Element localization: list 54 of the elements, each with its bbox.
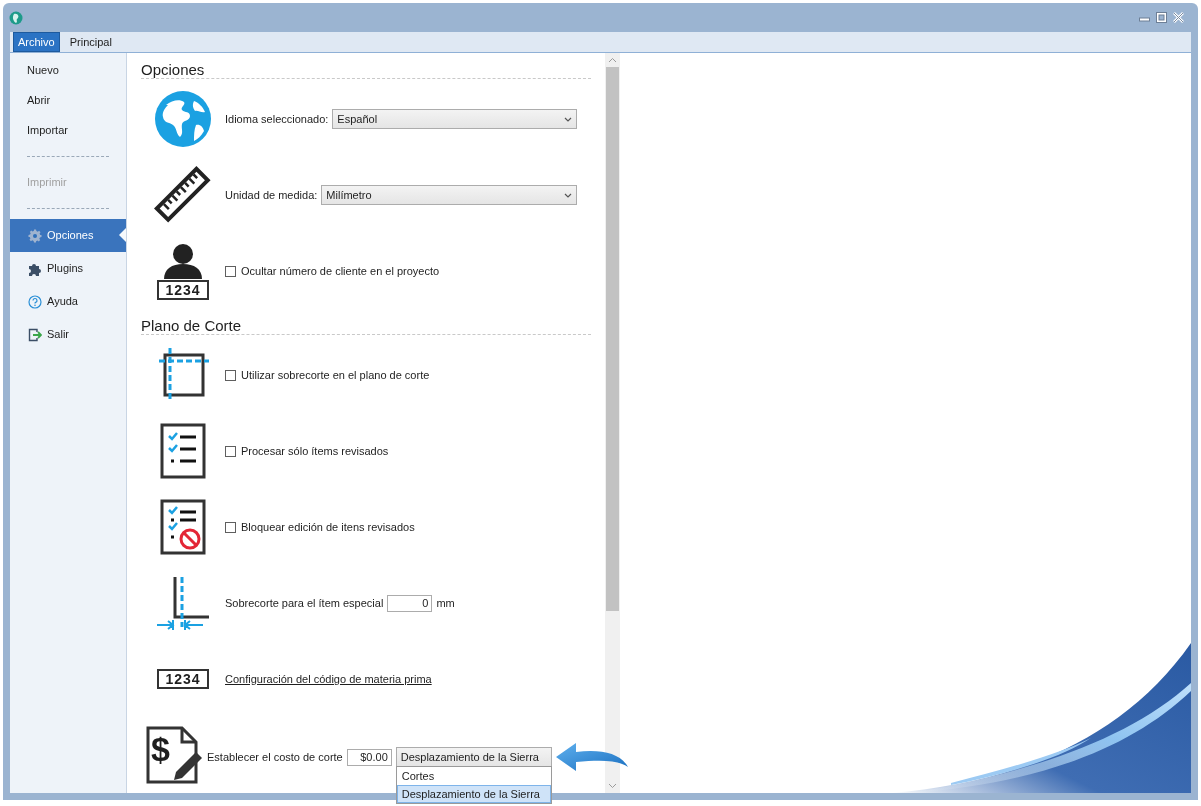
field-label: Sobrecorte para el ítem especial xyxy=(225,595,384,611)
number-badge: 1234 xyxy=(157,669,209,689)
gear-icon xyxy=(28,228,42,243)
settings-link[interactable]: Configuración del código de materia prima xyxy=(225,670,432,688)
tab[interactable]: Archivo xyxy=(13,32,60,52)
sidebar-item[interactable]: Abrir xyxy=(10,85,126,115)
sidebar-item[interactable]: Nuevo xyxy=(10,55,126,85)
checkbox[interactable] xyxy=(225,369,236,381)
sidebar-item[interactable]: Importar xyxy=(10,115,126,145)
scroll-thumb[interactable] xyxy=(606,67,619,611)
dropdown[interactable]: Desplazamiento de la Sierra xyxy=(395,747,552,767)
curved-arrow-icon xyxy=(555,741,628,771)
exit-icon xyxy=(28,327,42,342)
help-icon xyxy=(28,294,42,309)
close-icon[interactable] xyxy=(1173,12,1184,23)
sidebar-item[interactable]: Opciones xyxy=(10,219,126,252)
section-heading: Plano de Corte xyxy=(141,316,243,334)
field-label: Unidad de medida: xyxy=(225,187,318,203)
checkbox[interactable] xyxy=(225,445,236,457)
dropdown-option[interactable]: Desplazamiento de la Sierra xyxy=(396,785,551,803)
sidebar-item[interactable]: Ayuda xyxy=(10,285,126,318)
globe-icon xyxy=(152,89,214,149)
scroll-up-icon[interactable] xyxy=(608,57,617,63)
chevron-down-icon xyxy=(564,192,572,198)
puzzle-icon xyxy=(28,261,42,276)
checkbox[interactable] xyxy=(225,265,236,277)
corner-gap-icon xyxy=(155,575,211,631)
app-logo-icon xyxy=(9,10,23,25)
checkbox-label: Utilizar sobrecorte en el plano de corte xyxy=(241,367,430,383)
field-label: Establecer el costo de corte xyxy=(207,749,343,765)
dropdown[interactable]: Milímetro xyxy=(321,185,577,205)
checkbox[interactable] xyxy=(225,521,236,533)
tab[interactable]: Principal xyxy=(59,32,122,52)
cost-field[interactable]: $0.00 xyxy=(346,748,392,766)
chevron-down-icon xyxy=(564,116,572,122)
sidebar-item[interactable]: Plugins xyxy=(10,252,126,285)
checklist-icon xyxy=(160,423,206,479)
document-pencil-icon xyxy=(146,726,202,784)
scrollbar[interactable] xyxy=(605,53,620,793)
maximize-icon[interactable] xyxy=(1156,12,1167,23)
scroll-down-icon[interactable] xyxy=(608,783,617,789)
checkbox-label: Bloquear edición de itens revisados xyxy=(241,519,415,535)
unit-label: mm xyxy=(436,595,455,611)
field-label: Idioma seleccionado: xyxy=(225,111,329,127)
checkbox-label: Procesar sólo ítems revisados xyxy=(241,443,389,459)
checklist-block-icon xyxy=(160,499,206,555)
sidebar-item[interactable]: Salir xyxy=(10,318,126,351)
number-badge: 1234 xyxy=(157,279,209,300)
dollar-sign: $ xyxy=(151,732,170,766)
section-heading: Opciones xyxy=(141,60,206,78)
dropdown[interactable]: Español xyxy=(332,109,577,129)
checkbox-label: Ocultar número de cliente en el proyecto xyxy=(241,263,440,279)
dropdown-option[interactable]: Cortes xyxy=(396,767,551,785)
number-field[interactable]: 0 xyxy=(387,594,433,612)
